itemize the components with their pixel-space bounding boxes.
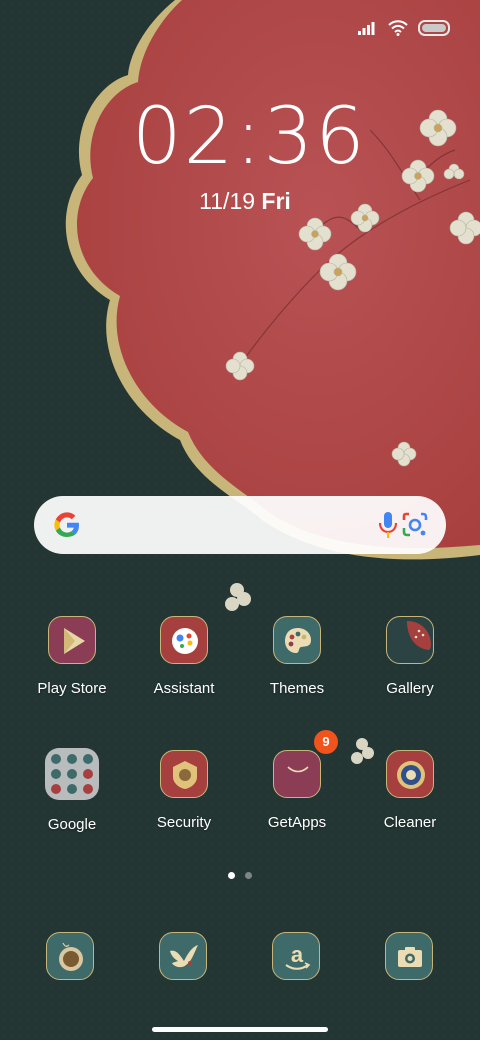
clock-time[interactable]: 02:36 [132,92,365,182]
status-bar [358,18,450,38]
app-label: Google [47,816,97,833]
app-play-store[interactable]: Play Store [17,616,127,697]
weekday-text: Fri [261,188,291,214]
app-security[interactable]: Security [129,750,239,831]
phone-dialer-icon[interactable] [46,932,94,980]
gallery-icon [386,616,434,664]
date-text: 11/19 [199,188,256,214]
app-label: GetApps [267,814,327,831]
camera-icon[interactable] [385,932,433,980]
google-lens-icon[interactable] [400,510,430,540]
page-dot[interactable] [245,872,252,879]
petal-decoration [225,583,251,611]
play-store-icon [48,616,96,664]
app-folder-google[interactable]: Google [17,748,127,833]
wifi-icon [388,20,408,36]
app-getapps[interactable]: 9 GetApps [242,730,352,831]
page-indicator[interactable] [228,872,252,879]
getapps-icon [273,750,321,798]
app-themes[interactable]: Themes [242,616,352,697]
app-assistant[interactable]: Assistant [129,616,239,697]
app-label: Security [156,814,212,831]
page-dot-active[interactable] [228,872,235,879]
app-label: Themes [269,680,325,697]
svg-text:a: a [291,942,304,967]
app-label: Gallery [386,680,434,697]
google-search-bar[interactable] [34,496,446,554]
app-label: Assistant [153,680,215,697]
clock-date[interactable]: 11/19 Fri [160,188,330,215]
messages-bird-icon[interactable] [159,932,207,980]
microphone-icon[interactable] [376,510,400,540]
amazon-icon[interactable]: a [272,932,320,980]
cleaner-icon [386,750,434,798]
notification-badge: 9 [314,730,338,754]
battery-icon [418,20,450,36]
app-label: Cleaner [383,814,437,831]
signal-bars-icon [358,22,375,35]
assistant-icon [160,616,208,664]
app-label: Play Store [37,680,107,697]
palette-icon [273,616,321,664]
google-folder-icon [45,748,99,800]
security-icon [160,750,208,798]
gesture-navigation-handle[interactable] [152,1027,328,1032]
google-g-icon [54,512,79,537]
app-gallery[interactable]: Gallery [355,616,465,697]
app-cleaner[interactable]: Cleaner [355,750,465,831]
